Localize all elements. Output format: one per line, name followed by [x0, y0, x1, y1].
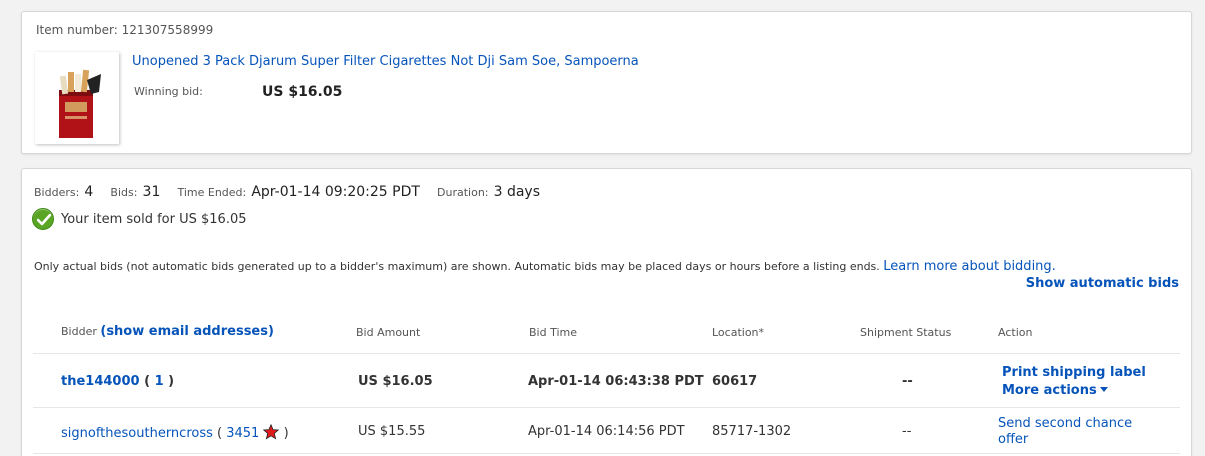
bid-time: Apr-01-14 06:14:56 PDT	[528, 424, 685, 439]
column-header-shipment: Shipment Status	[860, 326, 952, 339]
bidder-header-label: Bidder	[61, 325, 97, 338]
auction-summary: Bidders: 4 Bids: 31 Time Ended: Apr-01-1…	[34, 181, 552, 200]
row-divider	[33, 453, 1180, 454]
column-header-location: Location*	[712, 326, 765, 339]
duration-label: Duration:	[437, 186, 489, 199]
row-divider	[33, 407, 1180, 408]
bid-amount: US $15.55	[358, 424, 426, 439]
bidders-value: 4	[84, 184, 94, 200]
time-ended-label: Time Ended:	[177, 186, 247, 199]
time-ended-value: Apr-01-14 09:20:25 PDT	[251, 184, 420, 200]
column-header-amount: Bid Amount	[356, 326, 421, 339]
caret-down-icon	[1099, 387, 1108, 392]
shipment-status: --	[902, 374, 913, 389]
bid-history-card: Bidders: 4 Bids: 31 Time Ended: Apr-01-1…	[21, 168, 1192, 456]
print-shipping-label-link[interactable]: Print shipping label	[1002, 365, 1146, 381]
bidder-cell: signofthesoutherncross ( 3451 )	[61, 423, 289, 441]
item-thumbnail[interactable]	[35, 52, 119, 144]
shipment-status: --	[902, 424, 912, 439]
bids-note-text: Only actual bids (not automatic bids gen…	[34, 260, 880, 273]
feedback-score-link[interactable]: 3451	[226, 426, 259, 441]
column-header-bidder: Bidder (show email addresses)	[61, 324, 274, 339]
bid-time: Apr-01-14 06:43:38 PDT	[528, 374, 704, 389]
more-actions-label: More actions	[1002, 383, 1097, 398]
star-icon	[263, 423, 280, 440]
column-header-action: Action	[998, 326, 1033, 339]
show-email-addresses-link[interactable]: show email addresses	[106, 324, 268, 339]
row-divider	[33, 353, 1180, 354]
bids-label: Bids:	[110, 186, 138, 199]
bidder-link[interactable]: the144000	[61, 374, 140, 389]
bidder-cell: the144000 ( 1 )	[61, 374, 175, 389]
item-title-link[interactable]: Unopened 3 Pack Djarum Super Filter Ciga…	[132, 54, 639, 69]
item-card: Item number: 121307558999 Unopened 3 Pac…	[21, 11, 1192, 154]
bid-amount: US $16.05	[358, 374, 433, 389]
send-second-chance-offer-link[interactable]: Send second chance offer	[998, 416, 1148, 448]
duration-value: 3 days	[493, 184, 541, 200]
feedback-score-link[interactable]: 1	[155, 374, 164, 389]
winning-bid-label: Winning bid:	[134, 85, 203, 98]
bid-location: 85717-1302	[712, 424, 792, 439]
column-header-time: Bid Time	[529, 326, 578, 339]
check-icon	[32, 208, 54, 230]
bidder-link[interactable]: signofthesoutherncross	[61, 426, 213, 441]
bids-note: Only actual bids (not automatic bids gen…	[34, 259, 1056, 274]
more-actions-menu[interactable]: More actions	[1002, 383, 1108, 399]
bid-location: 60617	[712, 374, 758, 389]
winning-bid-value: US $16.05	[262, 84, 343, 100]
item-number: Item number: 121307558999	[36, 23, 214, 37]
sold-status-text: Your item sold for US $16.05	[61, 212, 247, 227]
bidders-label: Bidders:	[34, 186, 80, 199]
bids-value: 31	[142, 184, 161, 200]
learn-more-link[interactable]: Learn more about bidding.	[883, 259, 1056, 274]
show-automatic-bids-link[interactable]: Show automatic bids	[1026, 276, 1179, 291]
